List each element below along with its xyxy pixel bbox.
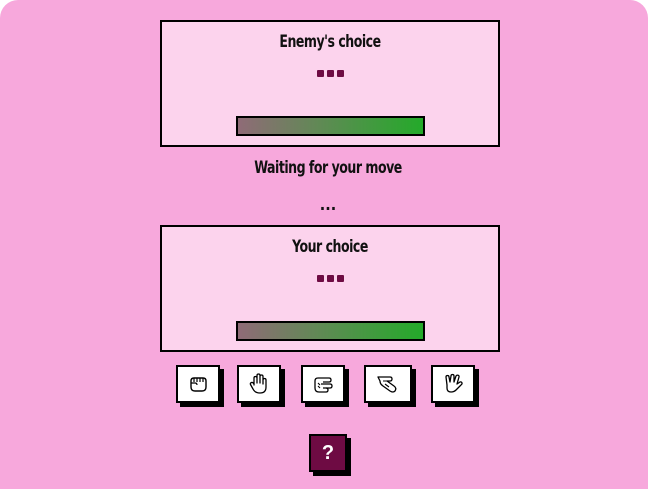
- status-message: Waiting for your move: [254, 158, 402, 178]
- player-choice-panel: Your choice: [160, 225, 500, 352]
- vulcan-salute-icon: [445, 373, 463, 393]
- placeholder-dot: [316, 70, 324, 77]
- player-health-bar: [236, 321, 425, 341]
- fist-icon: [190, 377, 207, 392]
- help-button[interactable]: ?: [309, 434, 347, 472]
- rock-button[interactable]: [176, 365, 220, 403]
- open-hand-icon: [249, 373, 267, 394]
- placeholder-dot: [326, 275, 334, 282]
- player-health-bar-fill: [238, 323, 423, 339]
- placeholder-dot: [336, 275, 344, 282]
- player-choice-title: Your choice: [292, 237, 368, 257]
- player-choice-placeholder: [162, 275, 498, 285]
- spock-button[interactable]: [431, 365, 475, 403]
- lizard-hand-icon: [377, 376, 397, 393]
- placeholder-dot: [316, 275, 324, 282]
- placeholder-dot: [336, 70, 344, 77]
- enemy-health-bar-fill: [238, 118, 423, 134]
- help-button-label: ?: [321, 441, 335, 464]
- game-screen: Enemy's choice Waiting for your move ...…: [0, 0, 648, 489]
- lizard-button[interactable]: [364, 365, 412, 403]
- enemy-health-bar: [236, 116, 425, 136]
- scissors-hand-icon: [314, 377, 333, 393]
- enemy-choice-placeholder: [162, 70, 498, 80]
- status-ellipsis: ...: [319, 195, 337, 214]
- placeholder-dot: [326, 70, 334, 77]
- scissors-button[interactable]: [301, 365, 345, 403]
- paper-button[interactable]: [237, 365, 281, 403]
- enemy-choice-panel: Enemy's choice: [160, 20, 500, 147]
- enemy-choice-title: Enemy's choice: [279, 32, 381, 52]
